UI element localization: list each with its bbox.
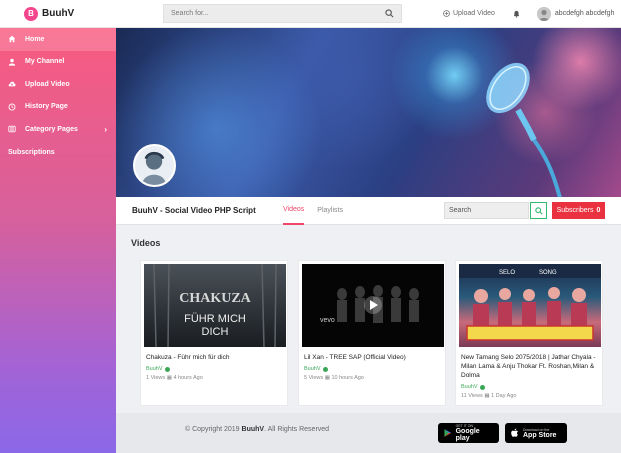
user-name[interactable]: abcdefgh abcdefgh bbox=[555, 10, 615, 17]
video-card[interactable]: SELO SONG New Tamang Selo 2075/2018 | Ja… bbox=[455, 260, 603, 406]
channel-banner bbox=[116, 28, 621, 197]
list-icon bbox=[8, 126, 16, 133]
video-time: 10 hours Ago bbox=[331, 375, 364, 382]
video-channel-name[interactable]: BuuhV bbox=[304, 366, 321, 372]
video-channel-name[interactable]: BuuhV bbox=[461, 384, 478, 390]
video-views: 5 Views bbox=[304, 375, 324, 382]
thumb-text: CHAKUZA bbox=[179, 291, 251, 306]
video-views: 1 Views bbox=[146, 375, 166, 382]
video-title[interactable]: Chakuza - Führ mich für dich bbox=[144, 353, 284, 362]
tab-videos[interactable]: Videos bbox=[283, 197, 305, 225]
brand-logo[interactable]: B bbox=[24, 6, 38, 21]
footer: © Copyright 2019 BuuhV. All Rights Reser… bbox=[116, 413, 621, 453]
sidebar: Home My Channel Upload Video History Pag… bbox=[0, 28, 116, 453]
upload-icon bbox=[443, 10, 450, 17]
calendar-icon: ▦ bbox=[484, 393, 490, 400]
app-store-button[interactable]: Download on the App Store bbox=[505, 423, 567, 443]
copyright-suffix: . All Rights Reserved bbox=[264, 426, 330, 433]
channel-title: BuuhV - Social Video PHP Script bbox=[132, 206, 256, 215]
videos-section-title: Videos bbox=[131, 238, 161, 248]
subscriptions-heading: Subscriptions bbox=[8, 148, 55, 156]
bell-icon[interactable] bbox=[513, 10, 520, 18]
app-store-text: App Store bbox=[523, 431, 557, 439]
upload-video-link[interactable]: Upload Video bbox=[443, 10, 495, 17]
music-video-image: SELO SONG bbox=[459, 264, 601, 341]
top-bar: B BuuhV Search for... Upload Video abcde… bbox=[0, 0, 621, 28]
thumb-text: SONG bbox=[539, 270, 557, 276]
subscribe-button[interactable]: Subscribers 0 bbox=[552, 202, 605, 219]
search-input[interactable]: Search for... bbox=[163, 4, 402, 23]
avatar[interactable] bbox=[536, 6, 551, 21]
subscribe-label: Subscribers bbox=[556, 207, 594, 214]
calendar-icon: ▦ bbox=[324, 375, 330, 382]
video-card[interactable]: vevo Lil Xan - TREE SAP (Official Video)… bbox=[298, 260, 446, 406]
video-time: 4 hours Ago bbox=[173, 375, 203, 382]
search-icon[interactable] bbox=[385, 9, 394, 18]
sidebar-item-label: Category Pages bbox=[25, 125, 78, 133]
verified-icon bbox=[322, 366, 328, 372]
video-title[interactable]: Lil Xan - TREE SAP (Official Video) bbox=[302, 353, 442, 362]
sidebar-item-label: History Page bbox=[25, 103, 68, 111]
video-thumbnail[interactable]: SELO SONG bbox=[459, 264, 601, 347]
video-time: 1 Day Ago bbox=[491, 393, 517, 400]
history-icon bbox=[8, 103, 16, 111]
upload-video-label: Upload Video bbox=[453, 10, 495, 17]
video-meta: 1 Views ▦ 4 hours Ago bbox=[144, 375, 284, 381]
channel-search-input[interactable]: Search bbox=[444, 202, 529, 219]
channel-bar: BuuhV - Social Video PHP Script Videos P… bbox=[116, 197, 621, 225]
dancers-image: vevo bbox=[320, 285, 419, 324]
sidebar-item-category-pages[interactable]: Category Pages › bbox=[0, 118, 116, 141]
chevron-right-icon[interactable]: › bbox=[104, 125, 107, 134]
video-title[interactable]: New Tamang Selo 2075/2018 | Jathar Chyal… bbox=[459, 353, 599, 380]
user-menu[interactable]: abcdefgh abcdefgh bbox=[536, 6, 615, 21]
copyright-prefix: © Copyright 2019 bbox=[185, 426, 240, 433]
video-channel[interactable]: BuuhV bbox=[459, 384, 599, 390]
sidebar-item-my-channel[interactable]: My Channel bbox=[0, 51, 116, 74]
apple-icon bbox=[511, 428, 518, 437]
sidebar-item-label: Home bbox=[25, 35, 45, 43]
thumb-text: DICH bbox=[202, 326, 229, 338]
user-icon bbox=[8, 58, 16, 66]
sidebar-item-upload-video[interactable]: Upload Video bbox=[0, 73, 116, 96]
google-play-text: Google play bbox=[455, 428, 480, 442]
video-meta: 11 Views ▦ 1 Day Ago bbox=[459, 393, 599, 399]
video-views: 11 Views bbox=[461, 393, 483, 400]
video-channel[interactable]: BuuhV bbox=[144, 366, 284, 372]
verified-icon bbox=[164, 366, 170, 372]
video-card[interactable]: CHAKUZA FÜHR MICH DICH Chakuza - Führ mi… bbox=[140, 260, 288, 406]
video-channel[interactable]: BuuhV bbox=[302, 366, 442, 372]
google-play-icon bbox=[444, 429, 452, 437]
brand-name[interactable]: BuuhV bbox=[42, 8, 74, 19]
copyright-brand[interactable]: BuuhV bbox=[242, 426, 265, 433]
thumb-text: vevo bbox=[320, 317, 335, 324]
sidebar-item-home[interactable]: Home bbox=[0, 28, 116, 51]
video-channel-name[interactable]: BuuhV bbox=[146, 366, 163, 372]
thumb-text: FÜHR MICH bbox=[184, 313, 246, 325]
search-icon bbox=[534, 206, 543, 215]
tab-playlists[interactable]: Playlists bbox=[317, 197, 343, 225]
video-thumbnail[interactable]: vevo bbox=[302, 264, 444, 347]
brand[interactable]: B BuuhV bbox=[24, 6, 163, 21]
google-play-button[interactable]: GET IT ON Google play bbox=[438, 423, 499, 443]
sidebar-item-label: My Channel bbox=[25, 58, 65, 66]
channel-avatar[interactable] bbox=[133, 144, 176, 187]
home-icon bbox=[8, 36, 16, 43]
channel-search-button[interactable] bbox=[530, 202, 547, 219]
video-thumbnail[interactable]: CHAKUZA FÜHR MICH DICH bbox=[144, 264, 286, 347]
sidebar-item-label: Upload Video bbox=[25, 80, 70, 88]
thumb-text: SELO bbox=[499, 270, 515, 276]
microphone-image bbox=[486, 62, 562, 197]
subscriber-count: 0 bbox=[596, 207, 601, 214]
verified-icon bbox=[479, 384, 485, 390]
search-placeholder: Search for... bbox=[171, 10, 209, 17]
sidebar-item-history[interactable]: History Page bbox=[0, 96, 116, 119]
forest-image: CHAKUZA FÜHR MICH DICH bbox=[153, 264, 277, 347]
video-meta: 5 Views ▦ 10 hours Ago bbox=[302, 375, 442, 381]
copyright: © Copyright 2019 BuuhV. All Rights Reser… bbox=[185, 426, 329, 433]
cloud-upload-icon bbox=[8, 81, 16, 87]
calendar-icon: ▦ bbox=[166, 375, 172, 382]
